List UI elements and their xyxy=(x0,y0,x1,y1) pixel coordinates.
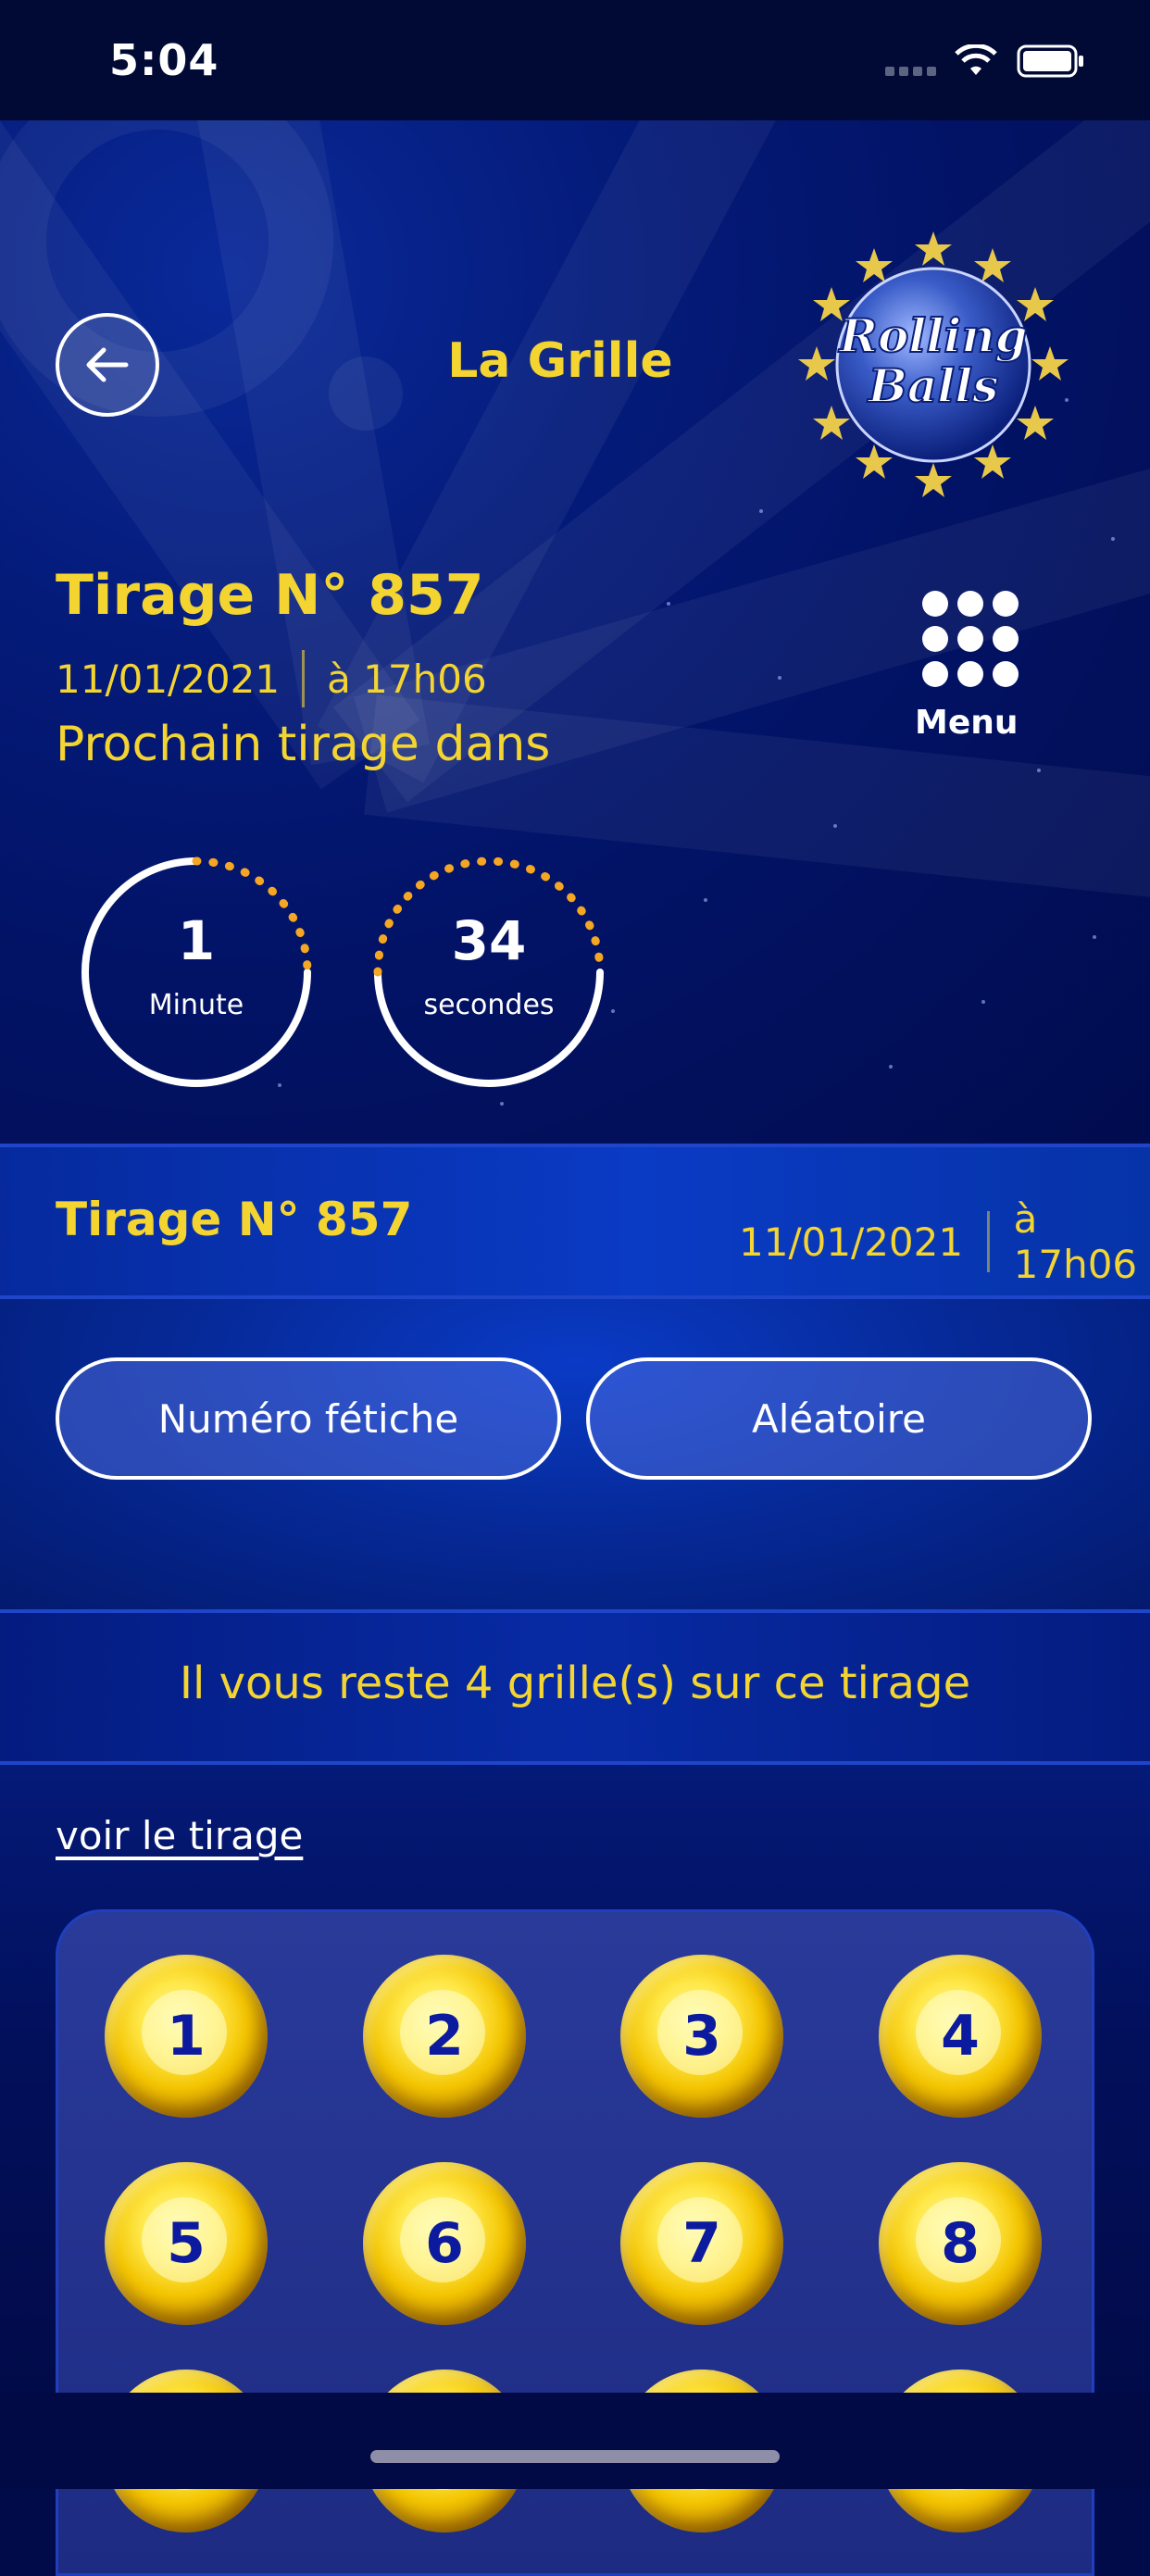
number-ball[interactable]: 8 xyxy=(879,2162,1042,2325)
back-button[interactable] xyxy=(56,313,159,417)
draw-title: Tirage N° 857 xyxy=(56,563,484,628)
draw-bar-datetime: 11/01/2021 à 17h06 xyxy=(739,1196,1150,1287)
timer-ring-icon xyxy=(373,857,605,1087)
number-ball[interactable]: 1 xyxy=(105,1955,268,2118)
remaining-text: Il vous reste 4 grille(s) sur ce tirage xyxy=(179,1657,971,1709)
arrow-left-icon xyxy=(86,347,129,382)
draw-date: 11/01/2021 xyxy=(56,656,281,702)
draw-time: à 17h06 xyxy=(327,656,487,702)
draw-datetime: 11/01/2021 à 17h06 xyxy=(56,650,487,707)
voir-tirage-link[interactable]: voir le tirage xyxy=(56,1813,303,1858)
minutes-label: Minute xyxy=(148,989,244,1021)
divider xyxy=(987,1211,990,1272)
seconds-value: 34 xyxy=(451,909,527,972)
number-ball[interactable]: 6 xyxy=(363,2162,526,2325)
ball-number: 1 xyxy=(167,2004,206,2069)
menu-label[interactable]: Menu xyxy=(915,704,1019,742)
wifi-icon xyxy=(955,44,997,75)
cellular-signal-icon xyxy=(885,67,937,78)
home-indicator[interactable] xyxy=(370,2450,780,2463)
ball-number: 4 xyxy=(941,2004,980,2069)
number-ball[interactable]: 2 xyxy=(363,1955,526,2118)
number-ball[interactable]: 7 xyxy=(620,2162,783,2325)
bottom-safe-area xyxy=(0,2393,1150,2489)
numero-fetiche-button[interactable]: Numéro fétiche xyxy=(56,1357,561,1480)
seconds-timer: 34 secondes xyxy=(369,852,609,1093)
draw-bar-title: Tirage N° 857 xyxy=(56,1193,413,1246)
ball-number: 7 xyxy=(682,2211,721,2276)
divider xyxy=(302,650,306,707)
aleatoire-button[interactable]: Aléatoire xyxy=(586,1357,1092,1480)
logo-text-balls: Balls xyxy=(867,358,999,413)
minutes-timer: 1 Minute xyxy=(76,852,317,1093)
battery-icon xyxy=(1017,44,1083,78)
ball-number: 8 xyxy=(941,2211,980,2276)
ball-number: 3 xyxy=(682,2004,721,2069)
countdown-label: Prochain tirage dans xyxy=(56,717,551,772)
rolling-balls-logo: Rolling Balls xyxy=(798,231,1069,497)
seconds-label: secondes xyxy=(423,989,555,1021)
minutes-value: 1 xyxy=(177,909,216,972)
logo-text-rolling: Rolling xyxy=(837,308,1027,363)
draw-bar-date: 11/01/2021 xyxy=(739,1219,964,1265)
ball-number: 2 xyxy=(425,2004,464,2069)
number-ball[interactable]: 5 xyxy=(105,2162,268,2325)
menu-grid-icon[interactable] xyxy=(922,591,1019,687)
number-ball[interactable]: 3 xyxy=(620,1955,783,2118)
timer-ring-icon xyxy=(81,857,312,1087)
ball-number: 5 xyxy=(167,2211,206,2276)
page-title: La Grille xyxy=(447,333,673,389)
number-ball[interactable]: 4 xyxy=(879,1955,1042,2118)
ball-number: 6 xyxy=(425,2211,464,2276)
draw-bar-time: à 17h06 xyxy=(1013,1196,1138,1287)
status-time: 5:04 xyxy=(109,35,219,85)
